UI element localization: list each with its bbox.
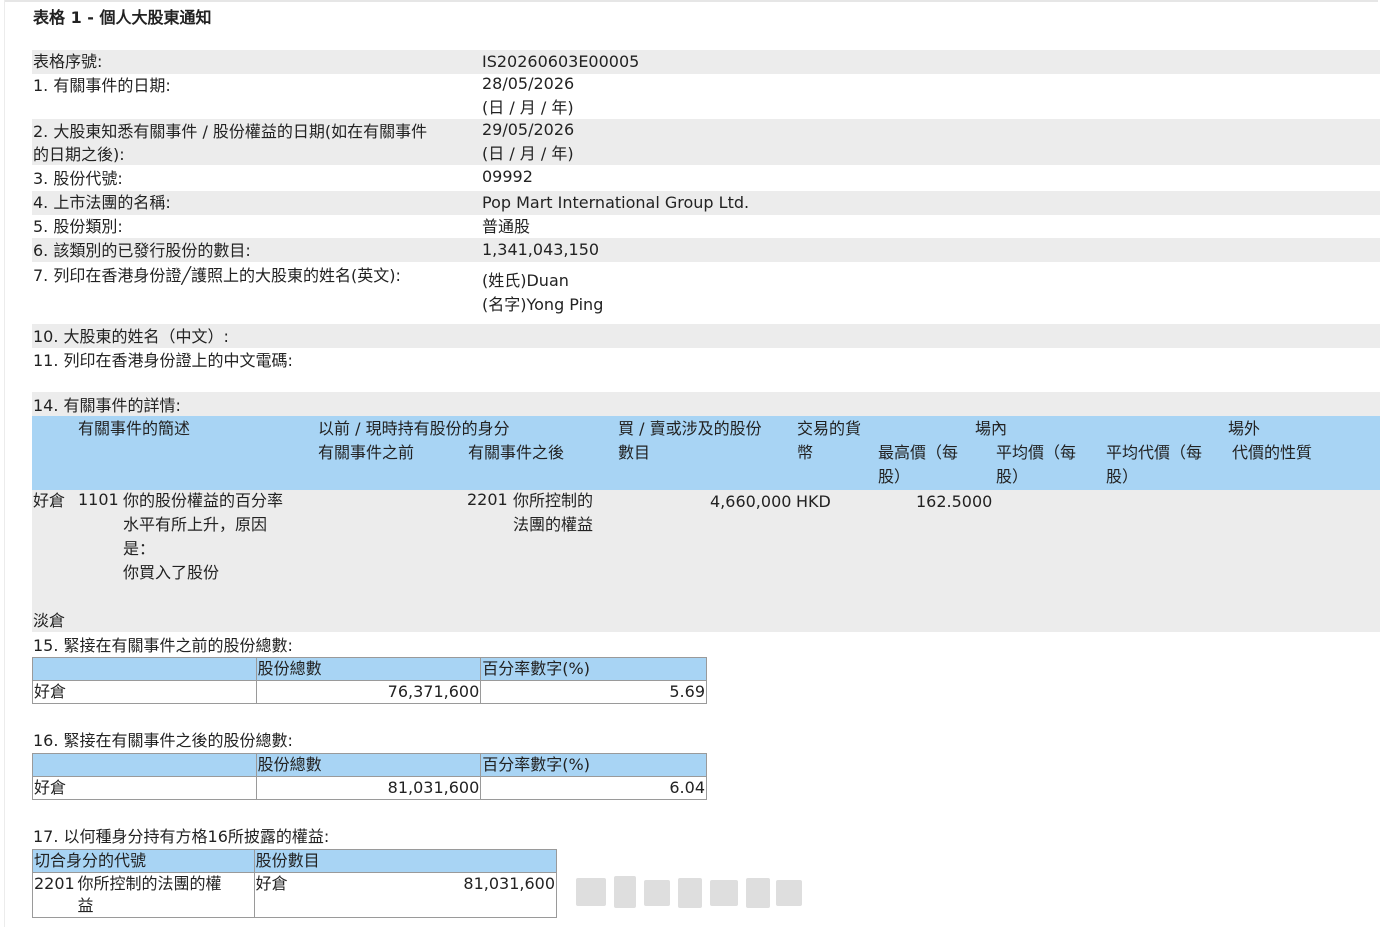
header-average-price-1: 平均價（每	[996, 443, 1077, 462]
english-given-name: (名字)Yong Ping	[482, 295, 604, 314]
f15-table: 股份總數 百分率數字(%) 好倉 76,371,600 5.69	[32, 657, 707, 704]
header-empty	[32, 753, 257, 777]
header-number-of-shares: 股份數目	[253, 849, 558, 873]
table-row: 好倉 76,371,600 5.69	[32, 680, 707, 704]
row-position: 好倉	[255, 874, 288, 893]
header-total-shares: 股份總數	[255, 657, 482, 681]
row-desc-3: 是：	[123, 539, 156, 558]
header-off-exchange: 場外	[1228, 419, 1261, 438]
aware-date-label-2: 的日期之後):	[33, 145, 125, 164]
header-percentage: 百分率數字(%)	[480, 657, 707, 681]
header-on-exchange: 場內	[975, 419, 1008, 438]
issuer-name-label: 4. 上市法團的名稱:	[33, 193, 171, 212]
table-header-row: 切合身分的代號 股份數目	[32, 849, 558, 873]
row-position: 好倉	[33, 491, 66, 510]
f17-label: 17. 以何種身分持有方格16所披露的權益:	[33, 827, 330, 846]
header-description: 有關事件的簡述	[78, 419, 191, 438]
share-class-label: 5. 股份類別:	[33, 217, 123, 236]
stock-code-label: 3. 股份代號:	[33, 169, 123, 188]
event-details-label: 14. 有關事件的詳情:	[33, 396, 181, 415]
aware-date-label-1: 2. 大股東知悉有關事件 / 股份權益的日期(如在有關事件	[33, 122, 428, 141]
left-border	[4, 0, 5, 927]
english-name-label: 7. 列印在香港身份證╱護照上的大股東的姓名(英文):	[33, 266, 401, 285]
row-after-1: 你所控制的	[513, 491, 594, 510]
header-capacity: 以前 / 現時持有股份的身分	[318, 419, 510, 438]
f16-table: 股份總數 百分率數字(%) 好倉 81,031,600 6.04	[32, 753, 707, 800]
row-description: 你所控制的法團的權 益	[76, 872, 255, 918]
event-date-label: 1. 有關事件的日期:	[33, 76, 171, 95]
header-avg-consideration-2: 股）	[1106, 467, 1139, 486]
row-label: 好倉	[32, 776, 257, 800]
row-desc-4: 你買入了股份	[123, 563, 220, 582]
issuer-name-value: Pop Mart International Group Ltd.	[482, 193, 750, 212]
chinese-code-label: 11. 列印在香港身份證上的中文電碼:	[33, 351, 293, 370]
header-highest-price-1: 最高價（每	[878, 443, 959, 462]
row-after-code: 2201	[467, 490, 508, 509]
f15-label: 15. 緊接在有關事件之前的股份總數:	[33, 636, 293, 655]
table-row: 好倉 81,031,600 6.04	[32, 776, 707, 800]
header-shares-2: 數目	[618, 443, 651, 462]
issued-shares-value: 1,341,043,150	[482, 240, 600, 259]
header-average-price-2: 股）	[996, 467, 1029, 486]
serial-value: IS20260603E00005	[482, 52, 640, 71]
table-row: 2201 你所控制的法團的權 益 好倉 81,031,600	[32, 872, 558, 918]
band-f14	[32, 392, 1380, 416]
header-avg-consideration-1: 平均代價（每	[1106, 443, 1203, 462]
chinese-name-label: 10. 大股東的姓名（中文）:	[33, 327, 229, 346]
stock-code-value: 09992	[482, 167, 533, 186]
header-shares-1: 買 / 賣或涉及的股份	[618, 419, 762, 438]
row-after-2: 法團的權益	[513, 515, 594, 534]
row-total-shares: 81,031,600	[255, 776, 482, 800]
table-header-row: 股份總數 百分率數字(%)	[32, 657, 707, 681]
row-code: 2201	[32, 872, 77, 918]
row-highest-price: 162.5000	[916, 492, 993, 511]
share-class-value: 普通股	[482, 217, 531, 236]
header-after-event: 有關事件之後	[468, 443, 565, 462]
row-shares-cell: 好倉 81,031,600	[253, 872, 558, 918]
header-before-event: 有關事件之前	[318, 443, 415, 462]
row-desc-2: 水平有所上升，原因	[123, 515, 268, 534]
row-description-line-2: 益	[77, 896, 94, 915]
header-total-shares: 股份總數	[255, 753, 482, 777]
aware-date-format: (日 / 月 / 年)	[482, 144, 574, 163]
band-f10	[32, 324, 1380, 348]
row-desc-1: 你的股份權益的百分率	[123, 491, 284, 510]
blurred-watermark	[570, 868, 810, 914]
f16-label: 16. 緊接在有關事件之後的股份總數:	[33, 731, 293, 750]
f17-table: 切合身分的代號 股份數目 2201 你所控制的法團的權 益 好倉 81,031,…	[32, 849, 558, 918]
row-total-shares: 76,371,600	[255, 680, 482, 704]
header-highest-price-2: 股）	[878, 467, 911, 486]
header-empty	[32, 657, 257, 681]
event-date-value: 28/05/2026	[482, 74, 575, 93]
band-serial	[32, 50, 1380, 74]
row-currency: HKD	[796, 492, 831, 511]
row-event-code: 1101	[78, 490, 119, 509]
header-currency-1: 交易的貨	[797, 419, 862, 438]
row-shares: 81,031,600	[463, 874, 555, 893]
table-header-row: 股份總數 百分率數字(%)	[32, 753, 707, 777]
header-capacity-code: 切合身分的代號	[32, 849, 255, 873]
short-position-label: 淡倉	[33, 611, 66, 630]
aware-date-value: 29/05/2026	[482, 120, 575, 139]
header-consideration-nature: 代價的性質	[1232, 443, 1313, 462]
header-currency-2: 幣	[797, 443, 814, 462]
english-surname: (姓氏)Duan	[482, 271, 569, 290]
row-percentage: 6.04	[480, 776, 707, 800]
issued-shares-label: 6. 該類別的已發行股份的數目:	[33, 241, 251, 260]
serial-label: 表格序號:	[33, 52, 103, 71]
page-title: 表格 1 - 個人大股東通知	[33, 8, 212, 27]
row-label: 好倉	[32, 680, 257, 704]
row-description-line-1: 你所控制的法團的權	[77, 874, 222, 893]
event-date-format: (日 / 月 / 年)	[482, 98, 574, 117]
header-percentage: 百分率數字(%)	[480, 753, 707, 777]
row-percentage: 5.69	[480, 680, 707, 704]
row-shares: 4,660,000	[710, 492, 792, 511]
top-border	[4, 0, 1378, 2]
